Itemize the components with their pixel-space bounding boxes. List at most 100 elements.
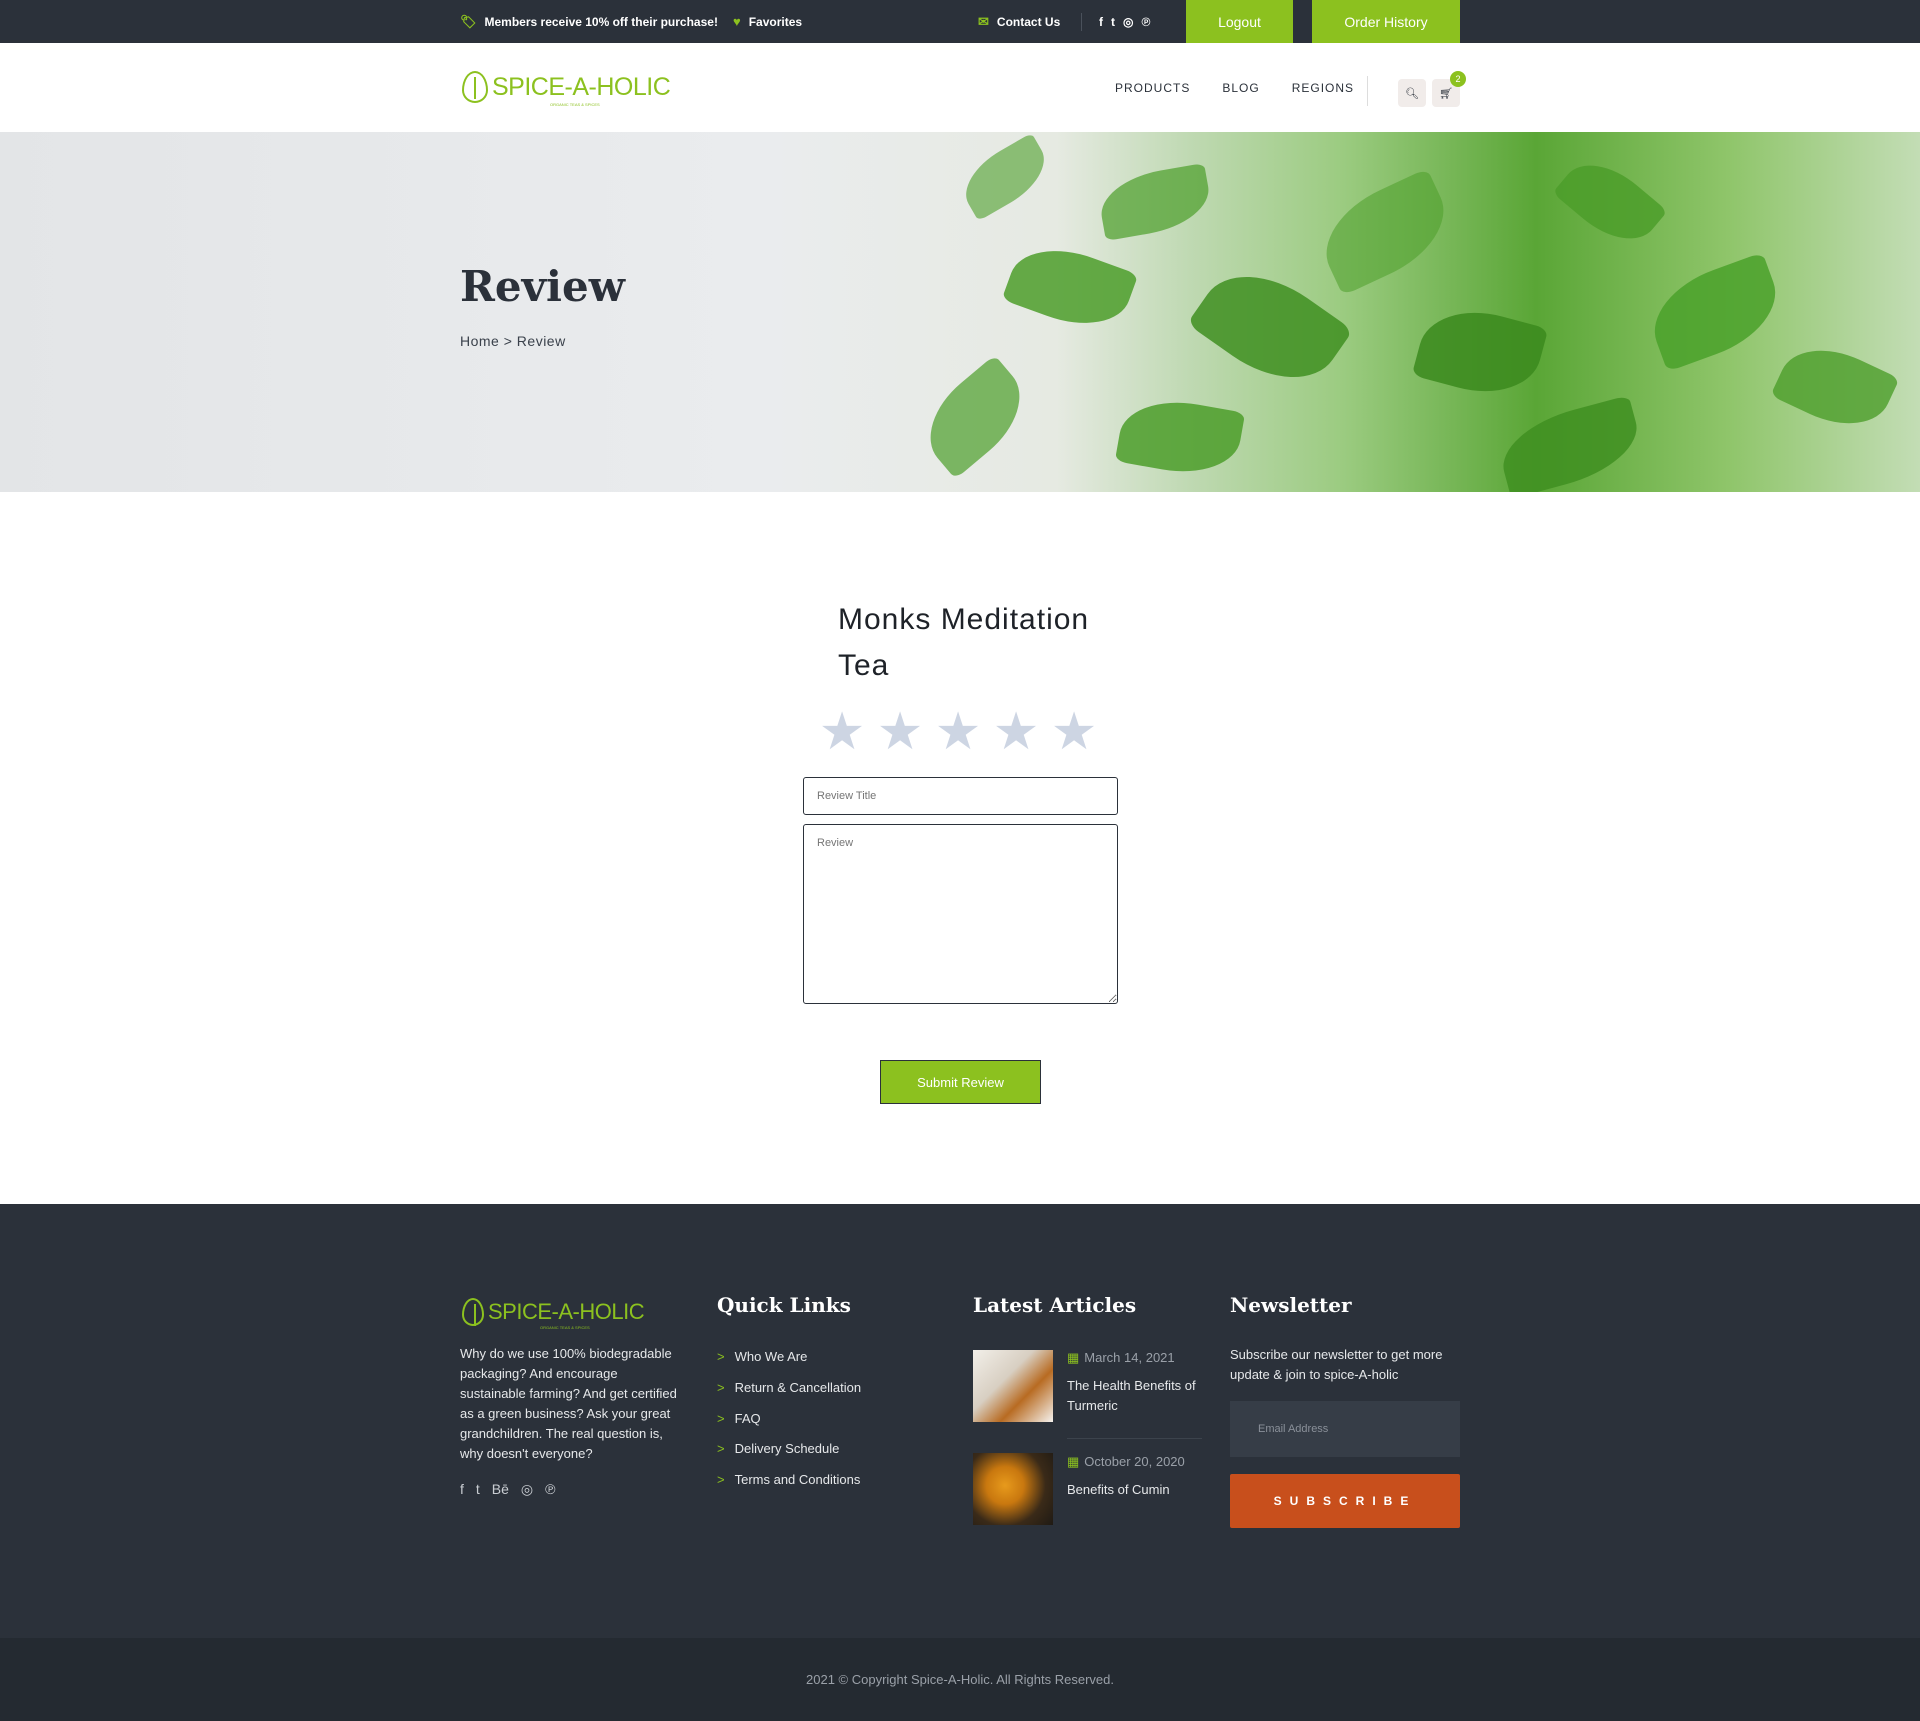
quick-link-item[interactable]: > Who We Are xyxy=(717,1349,807,1364)
footer-about-text: Why do we use 100% biodegradable packagi… xyxy=(460,1346,677,1461)
twitter-icon[interactable]: t xyxy=(476,1481,480,1498)
nav-blog[interactable]: BLOG xyxy=(1222,81,1259,95)
leaf-logo-icon xyxy=(462,1298,484,1326)
quick-link-label: Return & Cancellation xyxy=(734,1380,862,1395)
logo[interactable]: SPICE-A-HOLIC xyxy=(462,71,671,103)
article-date: ▦ October 20, 2020 xyxy=(1067,1454,1185,1470)
subscribe-button[interactable]: SUBSCRIBE xyxy=(1230,1474,1460,1528)
divider xyxy=(1081,13,1082,31)
promo: 🏷 Members receive 10% off their purchase… xyxy=(460,0,718,43)
main-nav: PRODUCTS BLOG REGIONS xyxy=(1115,43,1354,132)
pinterest-icon[interactable]: ℗ xyxy=(545,1481,555,1498)
chevron-right-icon: > xyxy=(717,1411,725,1426)
calendar-icon: ▦ xyxy=(1067,1350,1080,1365)
promo-text: Members receive 10% off their purchase! xyxy=(484,14,718,29)
article-title[interactable]: Benefits of Cumin xyxy=(1067,1480,1207,1500)
facebook-icon[interactable]: f xyxy=(460,1481,464,1498)
favorites-link[interactable]: ♥ Favorites xyxy=(733,0,802,43)
page-title: Review xyxy=(460,262,625,311)
quick-link-label: Delivery Schedule xyxy=(734,1441,840,1456)
chevron-right-icon: > xyxy=(717,1349,725,1364)
social-links: f t ◎ ℗ xyxy=(1099,0,1150,43)
quick-links-heading: Quick Links xyxy=(717,1293,851,1317)
herb-leaf-image xyxy=(1001,233,1139,341)
review-title-input[interactable] xyxy=(803,777,1118,815)
logo-subtitle: ORGANIC TEAS & SPICES xyxy=(550,102,600,107)
herb-leaf-image xyxy=(1309,168,1461,296)
order-history-button[interactable]: Order History xyxy=(1312,0,1460,43)
logo-text: SPICE-A-HOLIC xyxy=(492,72,671,101)
quick-link-label: FAQ xyxy=(734,1411,761,1426)
footer-logo-subtitle: ORGANIC TEAS & SPICES xyxy=(540,1325,590,1330)
herb-leaf-image xyxy=(1552,146,1668,258)
footer-social-links: f t Bē ◎ ℗ xyxy=(460,1481,555,1498)
page-banner: Review Home > Review xyxy=(0,132,1920,492)
tag-icon: 🏷 xyxy=(460,13,477,29)
search-button[interactable]: 🔍︎ xyxy=(1398,79,1426,107)
article-date-text: March 14, 2021 xyxy=(1084,1350,1175,1365)
nav-divider xyxy=(1367,76,1368,106)
newsletter-email-input[interactable]: Email Address xyxy=(1230,1401,1460,1457)
heart-icon: ♥ xyxy=(733,14,741,29)
chevron-right-icon: > xyxy=(717,1472,725,1487)
star-icon-3[interactable]: ★ xyxy=(934,706,982,758)
breadcrumb[interactable]: Home > Review xyxy=(460,333,566,349)
footer-logo[interactable]: SPICE-A-HOLIC xyxy=(462,1298,645,1326)
herb-leaf-image xyxy=(910,354,1040,480)
chevron-right-icon: > xyxy=(717,1380,725,1395)
quick-link-item[interactable]: > FAQ xyxy=(717,1411,761,1426)
instagram-icon[interactable]: ◎ xyxy=(1123,15,1133,29)
star-icon-5[interactable]: ★ xyxy=(1050,706,1098,758)
cart-count-badge: 2 xyxy=(1450,71,1466,87)
article-title[interactable]: The Health Benefits of Turmeric xyxy=(1067,1376,1207,1416)
herb-leaf-image xyxy=(1411,297,1549,407)
article-date-text: October 20, 2020 xyxy=(1084,1454,1185,1469)
herb-leaf-image xyxy=(1095,162,1215,242)
article-thumbnail[interactable] xyxy=(973,1350,1053,1422)
herb-leaf-image xyxy=(1186,249,1354,405)
article-divider xyxy=(1067,1438,1202,1439)
behance-icon[interactable]: Bē xyxy=(492,1481,509,1498)
article-thumbnail[interactable] xyxy=(973,1453,1053,1525)
twitter-icon[interactable]: t xyxy=(1111,15,1115,29)
herb-leaf-image xyxy=(1770,332,1900,442)
newsletter-text: Subscribe our newsletter to get more upd… xyxy=(1230,1347,1443,1382)
footer-logo-text: SPICE-A-HOLIC xyxy=(488,1299,645,1324)
star-icon-2[interactable]: ★ xyxy=(876,706,924,758)
star-rating[interactable]: ★ ★ ★ ★ ★ xyxy=(818,706,1098,758)
herb-leaf-image xyxy=(1114,392,1246,482)
article-date: ▦ March 14, 2021 xyxy=(1067,1350,1175,1366)
herb-leaf-image xyxy=(1493,395,1647,492)
leaf-logo-icon xyxy=(462,71,488,103)
quick-link-item[interactable]: > Terms and Conditions xyxy=(717,1472,860,1487)
star-icon-4[interactable]: ★ xyxy=(992,706,1040,758)
review-textarea[interactable] xyxy=(803,824,1118,1004)
cart-icon: 🛒︎ xyxy=(1439,87,1453,100)
pinterest-icon[interactable]: ℗ xyxy=(1141,15,1150,29)
quick-link-item[interactable]: > Delivery Schedule xyxy=(717,1441,839,1456)
site-header: SPICE-A-HOLIC ORGANIC TEAS & SPICES PROD… xyxy=(0,43,1920,132)
latest-articles-heading: Latest Articles xyxy=(973,1293,1137,1317)
newsletter-heading: Newsletter xyxy=(1230,1293,1352,1317)
nav-products[interactable]: PRODUCTS xyxy=(1115,81,1190,95)
quick-link-item[interactable]: > Return & Cancellation xyxy=(717,1380,861,1395)
submit-review-button[interactable]: Submit Review xyxy=(880,1060,1041,1104)
quick-link-label: Terms and Conditions xyxy=(734,1472,861,1487)
product-name: Monks Meditation Tea xyxy=(838,603,1090,682)
search-icon: 🔍︎ xyxy=(1405,87,1419,100)
nav-regions[interactable]: REGIONS xyxy=(1292,81,1354,95)
logout-button[interactable]: Logout xyxy=(1186,0,1293,43)
herb-leaf-image xyxy=(1640,252,1790,372)
chevron-right-icon: > xyxy=(717,1441,725,1456)
cart-button[interactable]: 🛒︎ 2 xyxy=(1432,71,1466,107)
favorites-label: Favorites xyxy=(748,14,803,29)
copyright-bar: 2021 © Copyright Spice-A-Holic. All Righ… xyxy=(0,1638,1920,1721)
contact-link[interactable]: ✉ Contact Us xyxy=(978,0,1060,43)
star-icon-1[interactable]: ★ xyxy=(818,706,866,758)
facebook-icon[interactable]: f xyxy=(1099,15,1103,29)
envelope-icon: ✉ xyxy=(978,13,989,29)
site-footer: SPICE-A-HOLIC ORGANIC TEAS & SPICES Why … xyxy=(0,1204,1920,1638)
instagram-icon[interactable]: ◎ xyxy=(521,1481,533,1498)
quick-link-label: Who We Are xyxy=(734,1349,808,1364)
herb-leaf-image xyxy=(953,132,1057,222)
